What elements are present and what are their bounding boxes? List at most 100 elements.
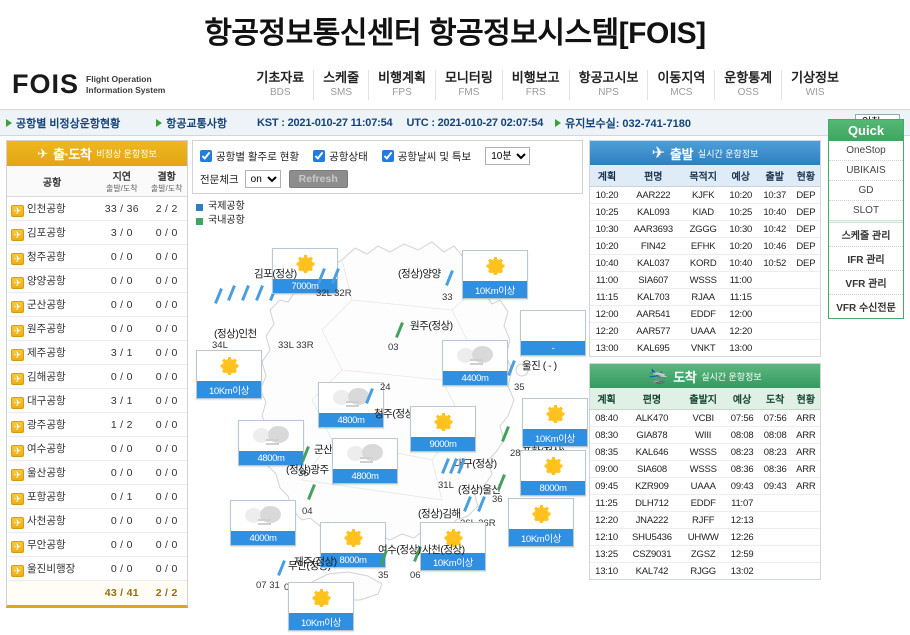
- map-airport-label[interactable]: 김포(정상): [254, 266, 297, 281]
- table-row[interactable]: ✈ 여수공항 0 / 00 / 0: [7, 436, 187, 461]
- maintenance-contact[interactable]: 유지보수실: 032-741-7180: [555, 115, 691, 131]
- main-navigation: 기초자료 BDS 스케줄 SMS 비행계획 FPS 모니터링 FMS 비행보고 FRS 항공고시보 N…: [247, 69, 848, 100]
- refresh-interval-select[interactable]: 10분: [485, 147, 531, 165]
- quick-item-1-0[interactable]: OneStop: [829, 141, 903, 161]
- nav-item-fps[interactable]: 비행계획 FPS: [368, 69, 435, 100]
- quick-item-1-3[interactable]: SLOT: [829, 201, 903, 220]
- link-air-traffic[interactable]: 항공교통사항: [156, 115, 227, 131]
- table-row[interactable]: 10:20 FIN42 EFHK 10:20 10:46 DEP: [590, 237, 820, 255]
- sun-icon: [434, 413, 452, 431]
- table-row[interactable]: 11:00 SIA607 WSSS 11:00: [590, 271, 820, 289]
- runway-number-label: 34L: [212, 340, 228, 351]
- weather-card[interactable]: 10Km이상: [508, 498, 574, 547]
- table-row[interactable]: ✈ 울진비행장 0 / 00 / 0: [7, 556, 187, 581]
- table-row[interactable]: 11:25 DLH712 EDDF 11:07: [590, 494, 820, 512]
- link-abnormal-ops-label: 공항별 비정상운항현황: [16, 117, 121, 130]
- table-row[interactable]: 09:00 SIA608 WSSS 08:36 08:36 ARR: [590, 460, 820, 478]
- departure-cell-0: 10:30: [590, 220, 624, 238]
- weather-card[interactable]: 4000m: [230, 500, 296, 546]
- map-airport-label[interactable]: (정상)광주: [286, 462, 329, 477]
- airport-name-cell: ✈ 포항공항: [7, 484, 98, 509]
- nav-item-nps[interactable]: 항공고시보 NPS: [568, 69, 648, 100]
- nav-item-wis[interactable]: 기상정보 WIS: [781, 69, 848, 100]
- table-row[interactable]: 13:10 KAL742 RJGG 13:02: [590, 563, 820, 580]
- airplane-icon: ✈: [11, 468, 24, 481]
- checkbox-runway-status[interactable]: 공항별 활주로 현황: [200, 149, 299, 164]
- table-row[interactable]: ✈ 울산공항 0 / 00 / 0: [7, 460, 187, 485]
- weather-card[interactable]: 10Km이상: [196, 350, 262, 399]
- checkbox-runway-status-input[interactable]: [200, 150, 212, 162]
- table-row[interactable]: 13:25 CSZ9031 ZGSZ 12:59: [590, 545, 820, 563]
- nav-item-bds[interactable]: 기초자료 BDS: [247, 70, 313, 100]
- table-row[interactable]: 12:00 AAR541 EDDF 12:00: [590, 305, 820, 323]
- weather-card[interactable]: 8000m: [520, 450, 586, 496]
- map-airport-label[interactable]: 원주(정상): [410, 318, 453, 333]
- weather-card[interactable]: 9000m: [410, 406, 476, 452]
- table-row[interactable]: 10:20 AAR222 KJFK 10:20 10:37 DEP: [590, 186, 820, 204]
- arrival-cell-1: SHU5436: [623, 528, 681, 546]
- weather-card[interactable]: 10Km이상: [288, 582, 354, 631]
- table-row[interactable]: ✈ 사천공항 0 / 00 / 0: [7, 508, 187, 533]
- table-row[interactable]: 12:10 SHU5436 UHWW 12:26: [590, 528, 820, 546]
- weather-card[interactable]: 4400m: [442, 340, 508, 386]
- checkbox-airport-state[interactable]: 공항상태: [313, 149, 368, 164]
- table-row[interactable]: ✈ 군산공항 0 / 00 / 0: [7, 292, 187, 317]
- quick-item-2-0[interactable]: 스케줄 관리: [829, 223, 903, 247]
- nav-item-sms[interactable]: 스케줄 SMS: [313, 69, 368, 100]
- map-airport-label[interactable]: 울진 ( - ): [522, 358, 557, 373]
- table-row[interactable]: 10:25 KAL093 KIAD 10:25 10:40 DEP: [590, 203, 820, 221]
- table-row[interactable]: ✈ 포항공항 0 / 10 / 0: [7, 484, 187, 509]
- weather-card[interactable]: -: [520, 310, 586, 356]
- table-row[interactable]: 08:40 ALK470 VCBI 07:56 07:56 ARR: [590, 409, 820, 427]
- fois-logo[interactable]: FOIS Flight Operation Information System: [12, 69, 165, 100]
- table-row[interactable]: 12:20 JNA222 RJFF 12:13: [590, 511, 820, 529]
- table-row[interactable]: ✈ 청주공항 0 / 00 / 0: [7, 244, 187, 269]
- departure-cell-0: 11:00: [590, 271, 624, 289]
- table-row[interactable]: ✈ 대구공항 3 / 10 / 0: [7, 388, 187, 413]
- table-row[interactable]: 10:30 AAR3693 ZGGG 10:30 10:42 DEP: [590, 220, 820, 238]
- table-row[interactable]: 13:00 KAL695 VNKT 13:00: [590, 340, 820, 357]
- quick-item-2-3[interactable]: VFR 수신전문: [829, 295, 903, 318]
- table-row[interactable]: 11:15 KAL703 RJAA 11:15: [590, 288, 820, 306]
- table-row[interactable]: 10:40 KAL037 KORD 10:40 10:52 DEP: [590, 254, 820, 272]
- weather-card[interactable]: 4800m: [238, 420, 304, 466]
- table-row[interactable]: 08:30 GIA878 WIII 08:08 08:08 ARR: [590, 426, 820, 444]
- nav-item-frs[interactable]: 비행보고 FRS: [501, 69, 569, 100]
- checkbox-airport-weather-input[interactable]: [381, 150, 394, 162]
- table-row[interactable]: 09:45 KZR909 UAAA 09:43 09:43 ARR: [590, 477, 820, 495]
- weather-card[interactable]: 10Km이상: [462, 250, 528, 299]
- map-airport-label[interactable]: (정상)양양: [398, 266, 441, 281]
- airplane-icon: ✈: [11, 372, 24, 385]
- korea-airport-map[interactable]: 10Km이상 (정상)인천 34L 33L 33R 7000m 김포(정상) 32L 32R…: [192, 230, 588, 631]
- table-row[interactable]: ✈ 광주공항 1 / 20 / 0: [7, 412, 187, 437]
- nav-item-fms[interactable]: 모니터링 FMS: [434, 69, 502, 100]
- table-row[interactable]: ✈ 김포공항 3 / 00 / 0: [7, 220, 187, 245]
- weather-card[interactable]: 10Km이상: [522, 398, 588, 447]
- weather-card[interactable]: 4800m: [332, 438, 398, 484]
- quick-item-2-1[interactable]: IFR 관리: [829, 247, 903, 271]
- departure-cell-1: AAR541: [623, 305, 683, 323]
- checkbox-airport-state-input[interactable]: [313, 150, 326, 162]
- telegram-check-select[interactable]: on: [244, 170, 281, 188]
- map-airport-label[interactable]: (정상)김해: [418, 506, 461, 521]
- nav-item-oss[interactable]: 운항통계 OSS: [714, 69, 781, 100]
- table-row[interactable]: 12:20 AAR577 UAAA 12:20: [590, 322, 820, 340]
- table-row[interactable]: ✈ 원주공항 0 / 00 / 0: [7, 316, 187, 341]
- quick-item-1-1[interactable]: UBIKAIS: [829, 161, 903, 181]
- table-row[interactable]: ✈ 양양공항 0 / 00 / 0: [7, 268, 187, 293]
- table-row[interactable]: 08:35 KAL646 WSSS 08:23 08:23 ARR: [590, 443, 820, 461]
- table-row[interactable]: ✈ 김해공항 0 / 00 / 0: [7, 364, 187, 389]
- table-row[interactable]: ✈ 무안공항 0 / 00 / 0: [7, 532, 187, 557]
- weather-card[interactable]: 4800m: [318, 382, 384, 428]
- quick-item-1-2[interactable]: GD: [829, 181, 903, 201]
- map-airport-label[interactable]: (정상)인천: [214, 326, 257, 341]
- map-airport-label[interactable]: 제주(정상): [294, 554, 337, 569]
- checkbox-airport-weather[interactable]: 공항날씨 및 특보: [381, 149, 471, 164]
- quick-item-2-2[interactable]: VFR 관리: [829, 271, 903, 295]
- nav-item-mcs[interactable]: 이동지역 MCS: [647, 69, 714, 100]
- refresh-button[interactable]: Refresh: [288, 170, 348, 188]
- table-row[interactable]: ✈ 인천공항 33 / 36 2 / 2: [7, 196, 187, 221]
- map-airport-label[interactable]: 사천(정상): [422, 542, 465, 557]
- link-abnormal-ops[interactable]: 공항별 비정상운항현황: [6, 115, 120, 131]
- table-row[interactable]: ✈ 제주공항 3 / 10 / 0: [7, 340, 187, 365]
